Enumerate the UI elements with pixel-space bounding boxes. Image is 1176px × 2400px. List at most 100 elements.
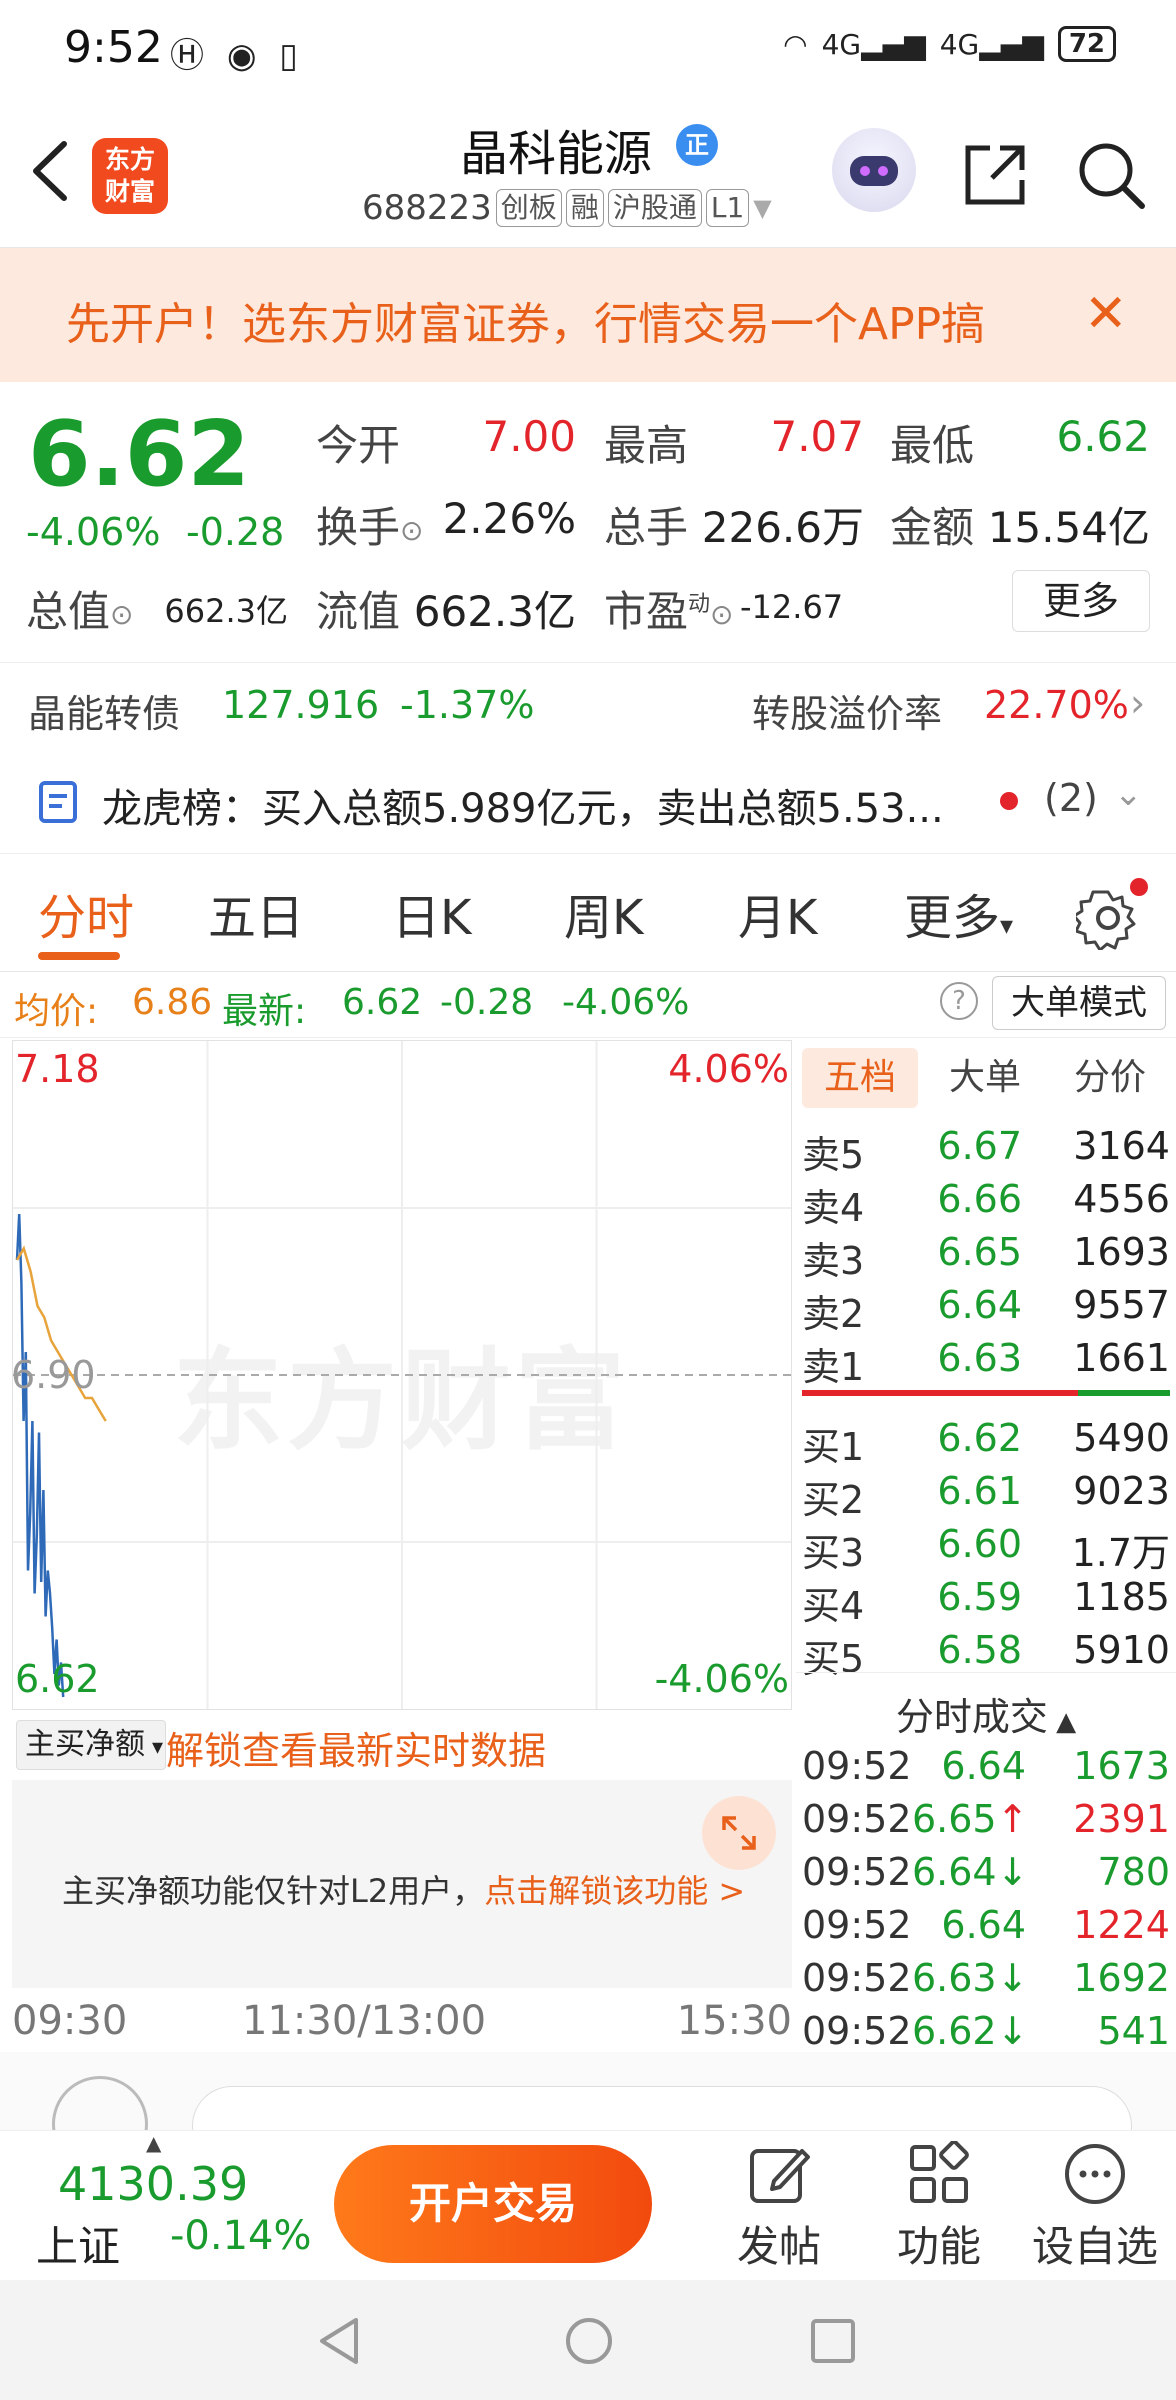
stock-header: 东方 财富 晶科能源 正 688223 创板 融 沪股通 L1 ▼ <box>0 100 1176 248</box>
sell-level-row[interactable]: 卖4 6.66 4556 <box>802 1177 1170 1230</box>
big-order-mode-button[interactable]: 大单模式 <box>992 976 1166 1030</box>
tick-volume: 541 <box>1097 2009 1170 2053</box>
function-button[interactable]: 功能 <box>874 2141 1004 2274</box>
tab-weekly-k[interactable]: 周K <box>564 878 643 948</box>
tab-five-levels[interactable]: 五档 <box>802 1048 918 1108</box>
close-icon[interactable]: ✕ <box>1084 288 1128 340</box>
tab-more[interactable]: 更多▾ <box>904 878 1013 948</box>
hd-icon: Ⓗ <box>170 36 210 76</box>
expand-icon[interactable] <box>702 1796 776 1870</box>
caret-up-icon: ▲ <box>146 2131 162 2155</box>
banner-text: 先开户！选东方财富证券，行情交易一个APP搞 <box>66 299 986 350</box>
tick-price-text: 6.64 <box>941 1903 1026 1947</box>
status-icons: Ⓗ ◉ ▯ <box>170 28 304 77</box>
tick-price: 6.64 <box>912 1903 1026 1947</box>
tick-price: 6.64↓ <box>912 1850 1028 1894</box>
positive-badge-icon: 正 <box>676 124 718 166</box>
gear-icon[interactable] <box>1076 886 1140 950</box>
nav-home-icon[interactable] <box>564 2316 614 2366</box>
mktcap-value: 662.3亿 <box>164 592 288 630</box>
eastmoney-logo[interactable]: 东方 财富 <box>92 138 168 214</box>
unlock-realtime-link[interactable]: 解锁查看最新实时数据 <box>166 1720 546 1775</box>
tick-price-text: 6.64 <box>941 1744 1026 1788</box>
chevron-down-icon: ▼ <box>753 194 772 222</box>
share-icon[interactable] <box>960 140 1030 210</box>
level-volume: 1693 <box>1073 1230 1170 1274</box>
convertible-bond-row[interactable]: 晶能转债 127.916 -1.37% 转股溢价率 22.70% › <box>0 662 1176 748</box>
search-icon[interactable] <box>1074 138 1148 212</box>
tick-row: 09:52 6.65↑ 2391 <box>802 1797 1170 1849</box>
level-label: 买5 <box>802 1637 865 1681</box>
intraday-chart[interactable]: 东方财富 7.18 6.90 6.62 4.06% -4.06% <box>11 1040 792 1710</box>
tick-time: 09:52 <box>802 2009 912 2053</box>
nav-back-icon[interactable] <box>316 2316 362 2366</box>
active-tab-indicator <box>38 952 120 960</box>
tick-time: 09:52 <box>802 1903 912 1947</box>
tick-volume: 1673 <box>1073 1744 1170 1788</box>
level-price: 6.60 <box>937 1522 1022 1566</box>
tab-daily-k[interactable]: 日K <box>392 878 471 948</box>
index-name[interactable]: 上证 <box>36 2213 120 2274</box>
help-icon[interactable]: ? <box>940 982 978 1020</box>
tab-monthly-k[interactable]: 月K <box>738 878 817 948</box>
avg-value: 6.86 <box>132 982 213 1023</box>
order-book-tabs: 五档 大单 分价 <box>802 1048 1172 1108</box>
tick-row: 09:52 6.64 1673 <box>802 1744 1170 1796</box>
buy-level-row[interactable]: 买4 6.59 1185 <box>802 1575 1170 1628</box>
level-price: 6.66 <box>937 1177 1022 1221</box>
level-price: 6.63 <box>937 1336 1022 1380</box>
chart-canvas <box>13 1041 791 1709</box>
net-select-label: 主买净额 <box>25 1727 145 1762</box>
add-watchlist-button[interactable]: 设自选 <box>1030 2141 1160 2274</box>
tick-price: 6.64 <box>912 1744 1026 1788</box>
high-label: 最高 <box>604 421 689 470</box>
tick-volume: 1224 <box>1073 1903 1170 1947</box>
net-flow-bar: 主买净额 ▾ 解锁查看最新实时数据 <box>12 1710 792 1780</box>
level-volume: 5490 <box>1073 1416 1170 1460</box>
amount-value: 15.54亿 <box>987 503 1150 552</box>
y-bottom-label: 6.62 <box>15 1657 100 1701</box>
net-flow-select[interactable]: 主买净额 ▾ <box>16 1720 166 1770</box>
turnover-label: 换手⊙ <box>316 494 423 555</box>
edit-icon <box>750 2149 810 2203</box>
last-change: -0.28 <box>440 982 534 1023</box>
volume-value: 226.6万 <box>701 503 864 552</box>
level-price: 6.65 <box>937 1230 1022 1274</box>
buy-level-row[interactable]: 买2 6.61 9023 <box>802 1469 1170 1522</box>
tick-list-title[interactable]: 分时成交 ▲ <box>796 1686 1176 1741</box>
open-account-banner[interactable]: 先开户！选东方财富证券，行情交易一个APP搞 ✕ <box>0 248 1176 382</box>
l2-unlock-link[interactable]: 点击解锁该功能 > <box>484 1872 745 1910</box>
sell-level-row[interactable]: 卖3 6.65 1693 <box>802 1230 1170 1283</box>
post-label: 发帖 <box>736 2222 821 2271</box>
bond-price: 127.916 <box>222 683 380 727</box>
more-button[interactable]: 更多 <box>1012 570 1150 632</box>
tab-big-orders[interactable]: 大单 <box>930 1048 1040 1108</box>
eye-icon: ◉ <box>226 36 263 76</box>
order-book-panel: 五档 大单 分价 卖5 6.67 3164 卖4 6.66 4556 卖3 6.65 1693 卖… <box>796 1040 1176 2060</box>
tab-intraday[interactable]: 分时 <box>38 878 134 948</box>
time-end: 15:30 <box>676 1998 792 2044</box>
tab-price-dist[interactable]: 分价 <box>1052 1048 1168 1108</box>
buy-level-row[interactable]: 买1 6.62 5490 <box>802 1416 1170 1469</box>
back-icon[interactable] <box>22 136 82 206</box>
logo-line-1: 东方 <box>104 145 155 174</box>
post-button[interactable]: 发帖 <box>714 2141 844 2274</box>
stock-code-row[interactable]: 688223 创板 融 沪股通 L1 ▼ <box>362 188 772 228</box>
tab-five-day[interactable]: 五日 <box>208 878 304 948</box>
open-trade-button[interactable]: 开户交易 <box>334 2145 652 2263</box>
status-bar: 9:52 Ⓗ ◉ ▯ ◠ 4G▂▄▆ 4G▂▄▆ 72 <box>0 0 1176 100</box>
index-value[interactable]: 4130.39 <box>58 2157 248 2211</box>
level-price: 6.58 <box>937 1628 1022 1672</box>
level-label: 买1 <box>802 1425 865 1469</box>
level-price: 6.67 <box>937 1124 1022 1168</box>
sell-level-row[interactable]: 卖5 6.67 3164 <box>802 1124 1170 1177</box>
buy-level-row[interactable]: 买3 6.60 1.7万 <box>802 1522 1170 1575</box>
nav-recents-icon[interactable] <box>810 2318 856 2364</box>
level-price: 6.64 <box>937 1283 1022 1327</box>
assistant-robot-icon[interactable] <box>832 128 916 212</box>
sell-level-row[interactable]: 卖2 6.64 9557 <box>802 1283 1170 1336</box>
level-price: 6.59 <box>937 1575 1022 1619</box>
dragon-tiger-row[interactable]: 龙虎榜：买入总额5.989亿元，卖出总额5.53... (2) ⌄ <box>0 748 1176 854</box>
bond-change: -1.37% <box>400 683 535 727</box>
sell-level-row[interactable]: 卖1 6.63 1661 <box>802 1336 1170 1389</box>
